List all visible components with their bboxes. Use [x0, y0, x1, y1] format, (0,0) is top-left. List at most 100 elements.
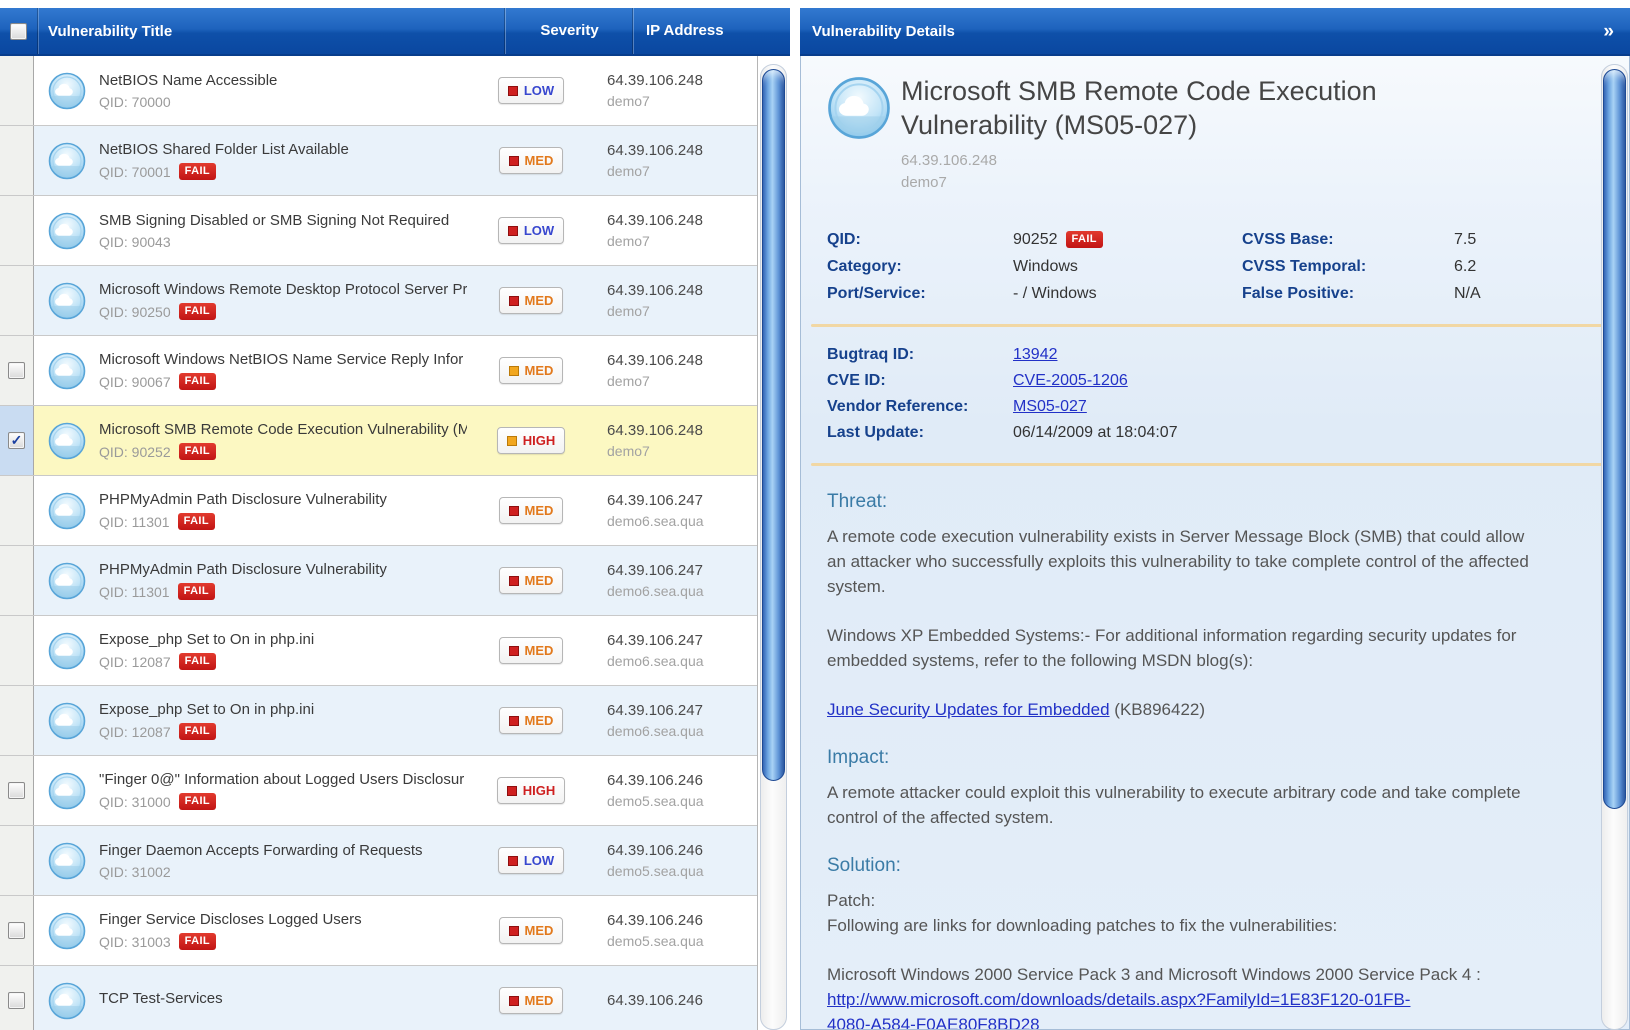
table-row[interactable]: SMB Signing Disabled or SMB Signing Not … — [0, 196, 757, 266]
row-checkbox-unchecked[interactable] — [8, 782, 25, 799]
row-qid: QID: 31002 — [99, 864, 423, 880]
hostname: demo6.sea.qua — [607, 723, 757, 739]
fail-badge: FAIL — [179, 443, 216, 460]
row-ip-cell: 64.39.106.247demo6.sea.qua — [595, 546, 757, 615]
vuln-table-body: NetBIOS Name AccessibleQID: 70000LOW64.3… — [0, 56, 758, 1030]
severity-square-icon — [509, 366, 519, 376]
fail-badge: FAIL — [178, 513, 215, 530]
table-row[interactable]: Microsoft Windows NetBIOS Name Service R… — [0, 336, 757, 406]
row-main: "Finger 0@" Information about Logged Use… — [34, 756, 467, 825]
right-scrollbar-track[interactable] — [1601, 64, 1628, 1030]
row-select-cell — [0, 756, 34, 825]
severity-square-icon — [508, 226, 518, 236]
severity-badge: LOW — [498, 217, 564, 244]
vulnerability-title: Microsoft Windows NetBIOS Name Service R… — [99, 351, 463, 368]
table-row[interactable]: NetBIOS Name AccessibleQID: 70000LOW64.3… — [0, 56, 757, 126]
column-header-title[interactable]: Vulnerability Title — [38, 23, 505, 40]
row-ip-cell: 64.39.106.247demo6.sea.qua — [595, 616, 757, 685]
row-checkbox-unchecked[interactable] — [8, 992, 25, 1009]
table-row[interactable]: PHPMyAdmin Path Disclosure Vulnerability… — [0, 476, 757, 546]
row-main: Finger Daemon Accepts Forwarding of Requ… — [34, 826, 467, 895]
fail-badge: FAIL — [179, 163, 216, 180]
ip-address: 64.39.106.246 — [607, 772, 757, 789]
row-qid: QID: 90252FAIL — [99, 443, 467, 460]
ip-address: 64.39.106.248 — [607, 282, 757, 299]
severity-cell: MED — [467, 476, 595, 545]
vulnerability-title: Finger Daemon Accepts Forwarding of Requ… — [99, 842, 423, 859]
ip-address: 64.39.106.248 — [607, 72, 757, 89]
detail-vulnerability-title: Microsoft SMB Remote Code Execution Vuln… — [901, 74, 1421, 142]
threat-paragraph: A remote code execution vulnerability ex… — [827, 524, 1543, 599]
severity-badge: HIGH — [497, 427, 566, 454]
detail-field-value-text: Windows — [1013, 253, 1078, 280]
threat-kb-link[interactable]: June Security Updates for Embedded — [827, 700, 1110, 719]
detail-fields-right: CVSS Base:7.5CVSS Temporal:6.2False Posi… — [1242, 226, 1481, 307]
row-select-cell — [0, 546, 34, 615]
select-all-checkbox[interactable] — [10, 23, 27, 40]
table-row[interactable]: Microsoft SMB Remote Code Execution Vuln… — [0, 406, 757, 476]
hostname: demo7 — [607, 303, 757, 319]
row-text: TCP Test-Services — [99, 990, 223, 1012]
cloud-icon — [48, 352, 86, 390]
reference-link[interactable]: 13942 — [1013, 342, 1058, 368]
table-row[interactable]: PHPMyAdmin Path Disclosure Vulnerability… — [0, 546, 757, 616]
table-row[interactable]: Microsoft Windows Remote Desktop Protoco… — [0, 266, 757, 336]
column-header-ip[interactable]: IP Address — [633, 8, 790, 54]
threat-kb-suffix: (KB896422) — [1110, 700, 1205, 719]
reference-label: Bugtraq ID: — [827, 342, 1013, 368]
severity-cell: MED — [467, 966, 595, 1030]
table-row[interactable]: TCP Test-Services MED 64.39.106.246 — [0, 966, 757, 1030]
qid-value: QID: 90067 — [99, 374, 171, 390]
row-qid: QID: 11301FAIL — [99, 513, 387, 530]
table-row[interactable]: Expose_php Set to On in php.iniQID: 1208… — [0, 616, 757, 686]
row-ip-cell: 64.39.106.246 — [595, 966, 757, 1030]
solution-product-line: Microsoft Windows 2000 Service Pack 3 an… — [827, 962, 1543, 987]
hostname: demo5.sea.qua — [607, 933, 757, 949]
severity-square-icon — [509, 296, 519, 306]
table-row[interactable]: "Finger 0@" Information about Logged Use… — [0, 756, 757, 826]
cloud-icon — [48, 562, 86, 600]
qid-value: QID: 12087 — [99, 724, 171, 740]
row-select-cell — [0, 56, 34, 125]
detail-host: demo7 — [901, 172, 1421, 194]
column-header-severity[interactable]: Severity — [505, 8, 633, 54]
collapse-panel-icon[interactable]: » — [1603, 22, 1614, 41]
solution-download-link[interactable]: http://www.microsoft.com/downloads/detai… — [827, 987, 1543, 1030]
detail-field-value-text: 6.2 — [1454, 253, 1476, 280]
row-select-cell — [0, 126, 34, 195]
row-ip-cell: 64.39.106.246demo5.sea.qua — [595, 896, 757, 965]
severity-square-icon — [508, 86, 518, 96]
severity-badge: MED — [499, 637, 564, 664]
right-scrollbar-thumb[interactable] — [1603, 69, 1626, 809]
detail-field-value-text: - / Windows — [1013, 280, 1097, 307]
ip-address: 64.39.106.248 — [607, 142, 757, 159]
left-scrollbar-thumb[interactable] — [762, 69, 785, 781]
detail-field-row: CVSS Base:7.5 — [1242, 226, 1481, 253]
reference-link[interactable]: MS05-027 — [1013, 394, 1087, 420]
table-row[interactable]: Finger Service Discloses Logged UsersQID… — [0, 896, 757, 966]
hostname: demo5.sea.qua — [607, 793, 757, 809]
row-qid: QID: 90043 — [99, 234, 449, 250]
row-checkbox-unchecked[interactable] — [8, 922, 25, 939]
row-checkbox-checked[interactable] — [8, 432, 25, 449]
hostname: demo7 — [607, 163, 757, 179]
table-row[interactable]: Expose_php Set to On in php.iniQID: 1208… — [0, 686, 757, 756]
solution-patch-intro: Following are links for downloading patc… — [827, 916, 1337, 935]
vulnerability-details-panel: Vulnerability Details » Microsoft SMB Re… — [800, 8, 1630, 1030]
left-scrollbar-track[interactable] — [760, 64, 787, 1030]
row-qid: QID: 31003FAIL — [99, 933, 362, 950]
detail-references: Bugtraq ID:13942CVE ID:CVE-2005-1206Vend… — [827, 342, 1629, 446]
impact-heading: Impact: — [827, 747, 1629, 769]
row-main: Microsoft Windows NetBIOS Name Service R… — [34, 336, 467, 405]
table-row[interactable]: Finger Daemon Accepts Forwarding of Requ… — [0, 826, 757, 896]
severity-square-icon — [507, 436, 517, 446]
severity-badge: MED — [499, 987, 564, 1014]
ip-address: 64.39.106.247 — [607, 702, 757, 719]
detail-field-row: QID:90252FAIL — [827, 226, 1242, 253]
reference-link[interactable]: CVE-2005-1206 — [1013, 368, 1128, 394]
row-checkbox-unchecked[interactable] — [8, 362, 25, 379]
table-row[interactable]: NetBIOS Shared Folder List AvailableQID:… — [0, 126, 757, 196]
row-qid: QID: 70001FAIL — [99, 163, 349, 180]
row-qid: QID: 70000 — [99, 94, 277, 110]
row-select-cell — [0, 896, 34, 965]
